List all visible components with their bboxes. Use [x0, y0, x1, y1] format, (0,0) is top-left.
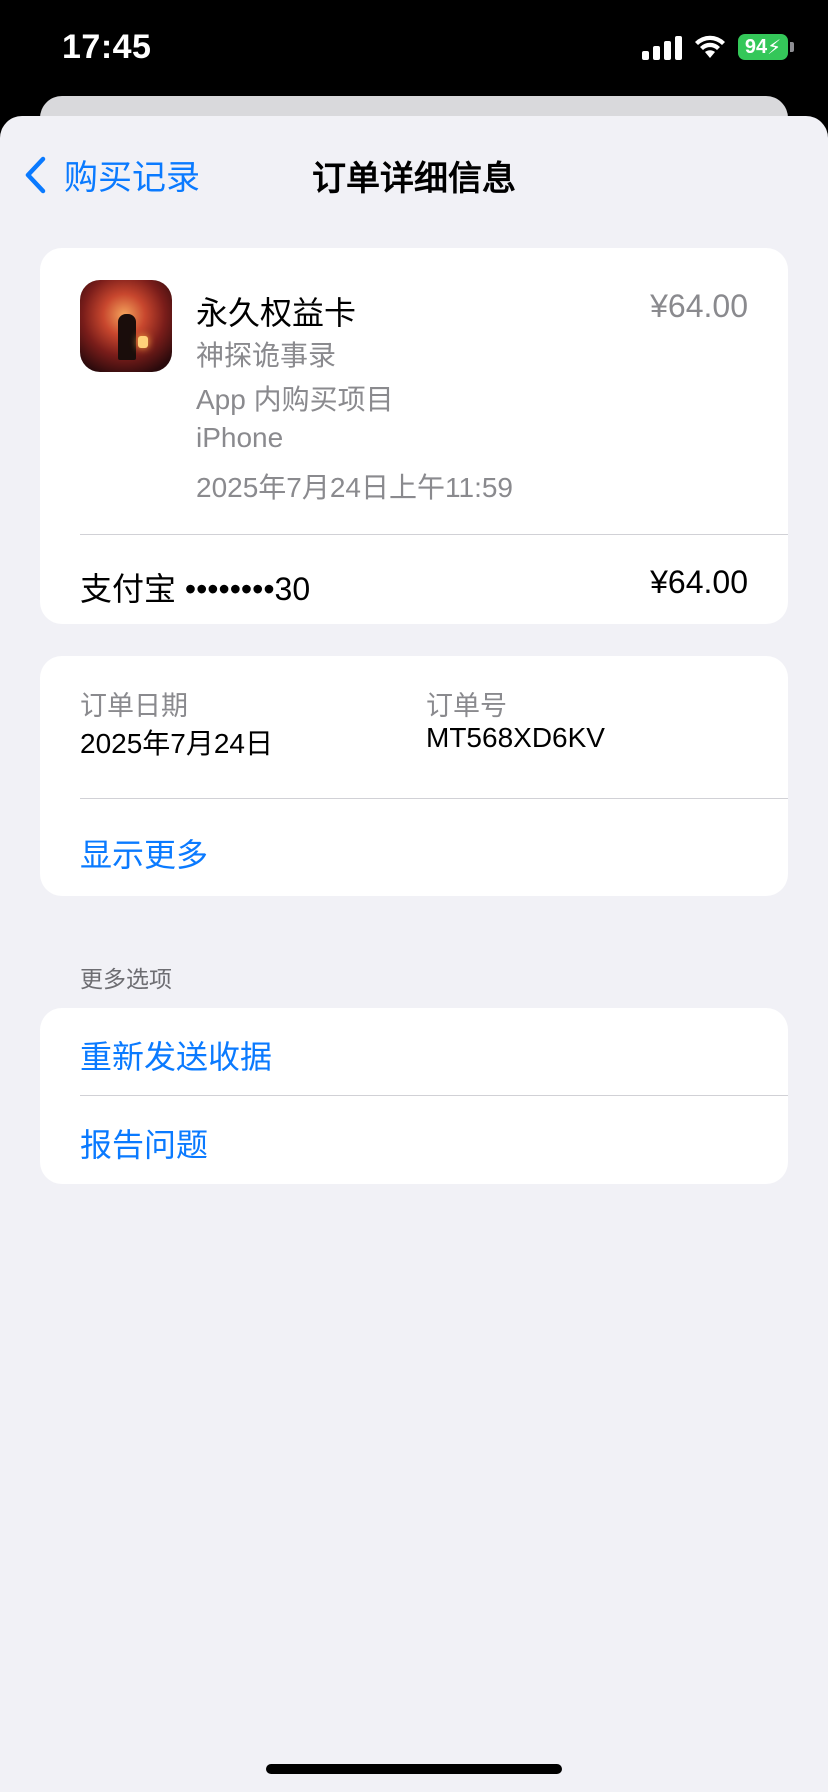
status-icons: 94 ⚡ — [642, 34, 794, 60]
battery-cap — [790, 42, 794, 52]
battery-indicator: 94 ⚡ — [738, 34, 794, 60]
more-options-header: 更多选项 — [80, 966, 172, 992]
divider — [80, 534, 788, 535]
order-id-label: 订单号 — [426, 691, 507, 721]
navigation-bar: 购买记录 订单详细信息 — [0, 116, 828, 228]
item-price: ¥64.00 — [650, 288, 748, 324]
payment-amount: ¥64.00 — [650, 564, 748, 600]
order-id-value: MT568XD6KV — [426, 722, 605, 753]
wifi-icon — [695, 35, 725, 58]
divider — [80, 798, 788, 799]
divider — [80, 1095, 788, 1096]
purchase-card: 永久权益卡 ¥64.00 神探诡事录 App 内购买项目 iPhone 2025… — [40, 248, 788, 624]
payment-method: 支付宝 ••••••••30 — [80, 571, 311, 607]
app-icon-figure — [118, 314, 136, 360]
purchase-datetime: 2025年7月24日上午11:59 — [196, 472, 513, 503]
purchase-type: App 内购买项目 — [196, 384, 394, 415]
more-options-card: 重新发送收据 报告问题 — [40, 1008, 788, 1184]
battery-icon: 94 ⚡ — [738, 34, 788, 60]
item-name: 永久权益卡 — [196, 295, 357, 331]
resend-receipt-button[interactable]: 重新发送收据 — [80, 1032, 272, 1078]
order-date-value: 2025年7月24日 — [80, 728, 274, 759]
battery-level: 94 — [744, 35, 768, 58]
order-details-sheet: 购买记录 订单详细信息 永久权益卡 ¥64.00 神探诡事录 App 内购买项目… — [0, 116, 828, 1792]
device: iPhone — [196, 422, 284, 453]
report-problem-button[interactable]: 报告问题 — [80, 1120, 208, 1166]
cellular-signal-icon — [642, 34, 682, 60]
order-date-label: 订单日期 — [80, 691, 188, 721]
app-name: 神探诡事录 — [196, 340, 337, 371]
order-info-card: 订单日期 2025年7月24日 订单号 MT568XD6KV 显示更多 — [40, 656, 788, 896]
page-title: 订单详细信息 — [312, 160, 516, 198]
status-bar: 17:45 94 ⚡ — [0, 0, 828, 100]
app-icon — [80, 280, 172, 372]
home-indicator — [266, 1764, 562, 1774]
status-time: 17:45 — [62, 28, 152, 66]
show-more-link[interactable]: 显示更多 — [80, 830, 208, 876]
app-icon-lantern — [138, 336, 148, 348]
